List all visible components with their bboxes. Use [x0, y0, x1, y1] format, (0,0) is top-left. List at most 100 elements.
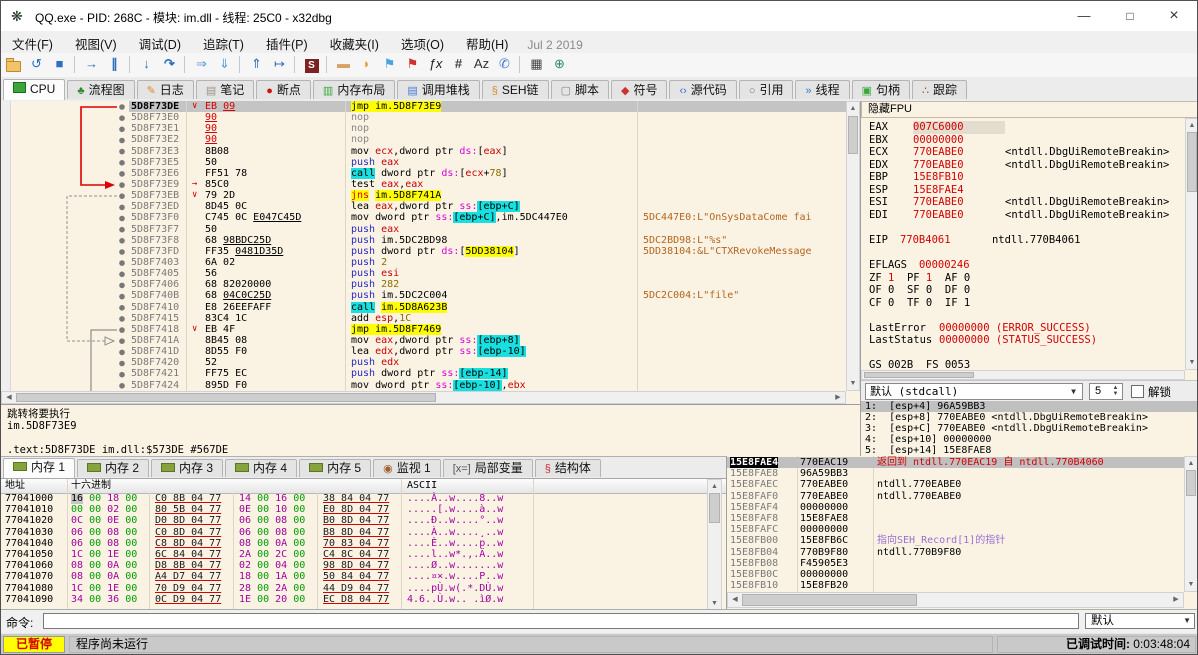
scroll-up-arrow[interactable]: ▲: [1185, 458, 1197, 469]
dump-row[interactable]: 7704101000 00 02 0080 5B 04 770E 00 10 0…: [1, 504, 706, 515]
dump-row[interactable]: 7704103006 00 08 00C0 8D 04 7706 00 08 0…: [1, 527, 706, 538]
disasm-row[interactable]: 5D8F73DE∨EB 09jmp im.5D8F73E9: [129, 101, 846, 112]
stack-row[interactable]: 15E8FB0C00000000: [727, 569, 1184, 580]
disasm-row[interactable]: 5D8F73F868 98BDC25Dpush im.5DC2BD985DC2B…: [129, 235, 846, 246]
disasm-row[interactable]: 5D8F7421FF75 ECpush dword ptr ss:[ebp-14…: [129, 368, 846, 379]
pause-icon[interactable]: ∥: [104, 54, 125, 75]
dropdown-arrow-icon[interactable]: ▼: [1183, 614, 1191, 628]
comments-icon[interactable]: ◗: [356, 54, 377, 75]
register-row-eflags[interactable]: EFLAGS00000246: [869, 259, 1185, 272]
strings-icon[interactable]: #: [448, 54, 469, 75]
hide-fpu-button[interactable]: 隐藏FPU: [861, 101, 1198, 118]
stack-row[interactable]: 15E8FAFC00000000: [727, 524, 1184, 535]
command-script-dropdown[interactable]: 默认 ▼: [1085, 613, 1195, 629]
close-button[interactable]: ×: [1151, 1, 1197, 31]
tab-跟踪[interactable]: ∴跟踪: [912, 80, 967, 99]
stack-row[interactable]: 15E8FAF0770EABE0ntdll.770EABE0: [727, 491, 1184, 502]
stack-row[interactable]: 15E8FAF815E8FAE8: [727, 513, 1184, 524]
dump-row[interactable]: 7704104006 00 08 00C8 8D 04 7708 00 0A 0…: [1, 538, 706, 549]
disasm-row[interactable]: 5D8F7418∨EB 4Fjmp im.5D8F7469: [129, 324, 846, 335]
disasm-row[interactable]: 5D8F73E190nop: [129, 123, 846, 134]
register-row-eax[interactable]: EAX007C6000: [869, 121, 1185, 134]
dropdown-arrow-icon[interactable]: ▼: [1067, 385, 1080, 398]
disasm-row[interactable]: 5D8F742052push edx: [129, 357, 846, 368]
step-over-icon[interactable]: ↷: [159, 54, 180, 75]
register-row-esi[interactable]: ESI770EABE0<ntdll.DbgUiRemoteBreakin>: [869, 196, 1185, 209]
tab-源代码[interactable]: ‹›源代码: [669, 80, 736, 99]
stack-row[interactable]: 15E8FB04770B9F80ntdll.770B9F80: [727, 547, 1184, 558]
dump-tab-监视 1[interactable]: ◉监视 1: [373, 459, 441, 477]
dump-row[interactable]: 7704100016 00 18 00C0 8B 04 7714 00 16 0…: [1, 493, 706, 504]
disasm-row[interactable]: 5D8F73FDFF35 0481D35Dpush dword ptr ds:[…: [129, 246, 846, 257]
tab-符号[interactable]: ◆符号: [611, 80, 667, 99]
unlock-checkbox[interactable]: [1131, 385, 1144, 398]
close-process-icon[interactable]: ■: [49, 54, 70, 75]
dump-row[interactable]: 770410200C 00 0E 00D0 8D 04 7706 00 08 0…: [1, 515, 706, 526]
disasm-row[interactable]: 5D8F73F0C745 0C E047C45Dmov dword ptr ss…: [129, 212, 846, 223]
scroll-down-arrow[interactable]: ▼: [708, 598, 721, 609]
step-into-icon[interactable]: ↓: [136, 54, 157, 75]
disasm-row[interactable]: 5D8F73EB∨79 2Djns im.5D8F741A: [129, 190, 846, 201]
register-row-eip[interactable]: EIP770B4061ntdll.770B4061: [869, 234, 1185, 247]
open-file-icon[interactable]: [3, 54, 24, 75]
disasm-row[interactable]: 5D8F73E090nop: [129, 112, 846, 123]
disasm-row[interactable]: 5D8F73E550push eax: [129, 157, 846, 168]
patches-icon[interactable]: ▬: [333, 54, 354, 75]
case-az-icon[interactable]: Az: [471, 54, 492, 75]
disasm-row[interactable]: 5D8F73E290nop: [129, 134, 846, 145]
tab-断点[interactable]: ●断点: [256, 80, 311, 99]
stack-row[interactable]: 15E8FAE896A59BB3: [727, 468, 1184, 479]
memory-dump-panel[interactable]: 地址 十六进制 ASCII 7704100016 00 18 00C0 8B 0…: [1, 479, 726, 611]
disasm-row[interactable]: 5D8F73E6FF51 78call dword ptr ds:[ecx+78…: [129, 168, 846, 179]
title-bar[interactable]: ❋ QQ.exe - PID: 268C - 模块: im.dll - 线程: …: [1, 1, 1197, 31]
bookmarks-icon[interactable]: ⚑: [402, 54, 423, 75]
argument-depth-spinner[interactable]: 5 ▲ ▼: [1089, 383, 1123, 400]
disassembly-panel[interactable]: 5D8F73DE∨EB 09jmp im.5D8F73E95D8F73E090n…: [1, 101, 861, 404]
stack-panel[interactable]: 15E8FAE4770EAC19返回到 ntdll.770EAC19 自 ntd…: [726, 456, 1198, 609]
memory-device-icon[interactable]: ✆: [494, 54, 515, 75]
tab-笔记[interactable]: ▤笔记: [196, 80, 254, 99]
tab-CPU[interactable]: CPU: [3, 79, 65, 100]
scrollbar-thumb[interactable]: [1186, 470, 1196, 496]
disasm-row[interactable]: 5D8F740B68 04C0C25Dpush im.5DC2C0045DC2C…: [129, 290, 846, 301]
scylla-icon[interactable]: S: [301, 54, 322, 75]
calling-convention-select[interactable]: 默认 (stdcall) ▼: [865, 383, 1083, 400]
calculator-icon[interactable]: ▦: [526, 54, 547, 75]
register-row-edi[interactable]: EDI770EABE0<ntdll.DbgUiRemoteBreakin>: [869, 209, 1185, 222]
tab-SEH链[interactable]: §SEH链: [482, 80, 549, 99]
registers-horizontal-scrollbar[interactable]: [861, 370, 1185, 380]
scroll-up-arrow[interactable]: ▲: [847, 103, 859, 114]
stack-row[interactable]: 15E8FB0015E8FB6C指向SEH_Record[1]的指针: [727, 535, 1184, 546]
disasm-row[interactable]: 5D8F7424895D F0mov dword ptr ss:[ebp-10]…: [129, 380, 846, 391]
register-row-esp[interactable]: ESP15E8FAE4: [869, 184, 1185, 197]
restart-icon[interactable]: ↺: [26, 54, 47, 75]
disasm-row[interactable]: 5D8F73ED8D45 0Clea eax,dword ptr ss:[ebp…: [129, 201, 846, 212]
scroll-down-arrow[interactable]: ▼: [1186, 357, 1198, 368]
spin-down-icon[interactable]: ▼: [1110, 391, 1121, 398]
stack-vertical-scrollbar[interactable]: ▲ ▼: [1184, 456, 1198, 592]
dump-tab-内存 2[interactable]: 内存 2: [77, 459, 149, 477]
argument-row[interactable]: 4: [esp+10] 00000000: [861, 434, 1198, 445]
maximize-button[interactable]: □: [1107, 1, 1153, 31]
disasm-vertical-scrollbar[interactable]: ▲ ▼: [846, 101, 860, 391]
disasm-row[interactable]: 5D8F741583C4 1Cadd esp,1C: [129, 313, 846, 324]
disasm-horizontal-scrollbar[interactable]: ◀ ▶: [1, 391, 846, 404]
scrollbar-thumb[interactable]: [16, 393, 436, 402]
argument-row[interactable]: 2: [esp+8] 770EABE0 <ntdll.DbgUiRemoteBr…: [861, 412, 1198, 423]
tab-调用堆栈[interactable]: ▤调用堆栈: [397, 80, 479, 99]
scroll-right-arrow[interactable]: ▶: [832, 392, 844, 403]
dump-tab-结构体[interactable]: §结构体: [535, 459, 601, 477]
dump-tab-内存 4[interactable]: 内存 4: [225, 459, 297, 477]
scroll-down-arrow[interactable]: ▼: [1185, 579, 1197, 590]
step-out-icon[interactable]: ⇑: [246, 54, 267, 75]
disasm-row[interactable]: 5D8F740556push esi: [129, 268, 846, 279]
disasm-row[interactable]: 5D8F741A8B45 08mov eax,dword ptr ss:[ebp…: [129, 335, 846, 346]
tab-引用[interactable]: ○引用: [739, 80, 794, 99]
scrollbar-thumb[interactable]: [864, 372, 974, 378]
scrollbar-thumb[interactable]: [848, 116, 858, 154]
stack-horizontal-scrollbar[interactable]: ◀ ▶: [727, 592, 1184, 608]
register-row-ebp[interactable]: EBP15E8FB10: [869, 171, 1185, 184]
dump-tab-内存 5[interactable]: 内存 5: [299, 459, 371, 477]
dump-row[interactable]: 7704109034 00 36 000C D9 04 771E 00 20 0…: [1, 594, 706, 605]
tab-句柄[interactable]: ▣句柄: [852, 80, 910, 99]
